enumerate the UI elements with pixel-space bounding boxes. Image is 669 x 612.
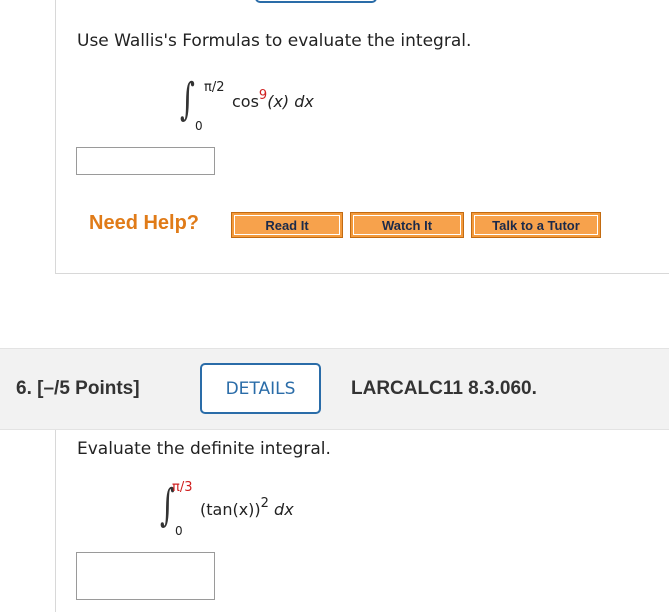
- question-6-prompt: Evaluate the definite integral.: [77, 439, 331, 459]
- integral-lower-limit: 0: [175, 524, 183, 538]
- watch-it-label: Watch It: [353, 215, 461, 235]
- details-button-partial[interactable]: [255, 0, 377, 3]
- integral-upper-limit: π/3: [172, 480, 193, 495]
- watch-it-button[interactable]: Watch It: [350, 212, 464, 238]
- question-5-answer-field[interactable]: [76, 147, 215, 175]
- integrand-argument: (x): [267, 92, 290, 111]
- integral-sign: ∫: [180, 74, 195, 125]
- talk-to-tutor-label: Talk to a Tutor: [474, 215, 598, 235]
- question-number: 6.: [16, 378, 32, 399]
- integrand-expression: (tan(x)): [200, 500, 261, 519]
- integral-lower-limit: 0: [195, 119, 203, 133]
- need-help-label: Need Help?: [89, 212, 200, 234]
- integrand-function: cos: [232, 92, 259, 111]
- question-6-answer-field[interactable]: [76, 552, 215, 600]
- details-button[interactable]: DETAILS: [200, 363, 321, 414]
- integrand: cos9(x) dx: [232, 88, 314, 111]
- question-6-number: 6. [–/5 Points]: [16, 378, 140, 400]
- question-5-prompt: Use Wallis's Formulas to evaluate the in…: [77, 31, 472, 51]
- integrand-differential: dx: [274, 500, 294, 519]
- integrand: (tan(x))2 dx: [200, 496, 294, 519]
- points-label: [–/5 Points]: [37, 378, 140, 399]
- integrand-exponent: 2: [260, 496, 269, 511]
- read-it-button[interactable]: Read It: [231, 212, 343, 238]
- talk-to-tutor-button[interactable]: Talk to a Tutor: [471, 212, 601, 238]
- integrand-differential: dx: [294, 92, 314, 111]
- question-source-label: LARCALC11 8.3.060.: [351, 378, 537, 399]
- integral-upper-limit: π/2: [204, 80, 225, 95]
- assignment-page: Use Wallis's Formulas to evaluate the in…: [0, 0, 669, 612]
- read-it-label: Read It: [234, 215, 340, 235]
- integrand-exponent: 9: [258, 88, 268, 103]
